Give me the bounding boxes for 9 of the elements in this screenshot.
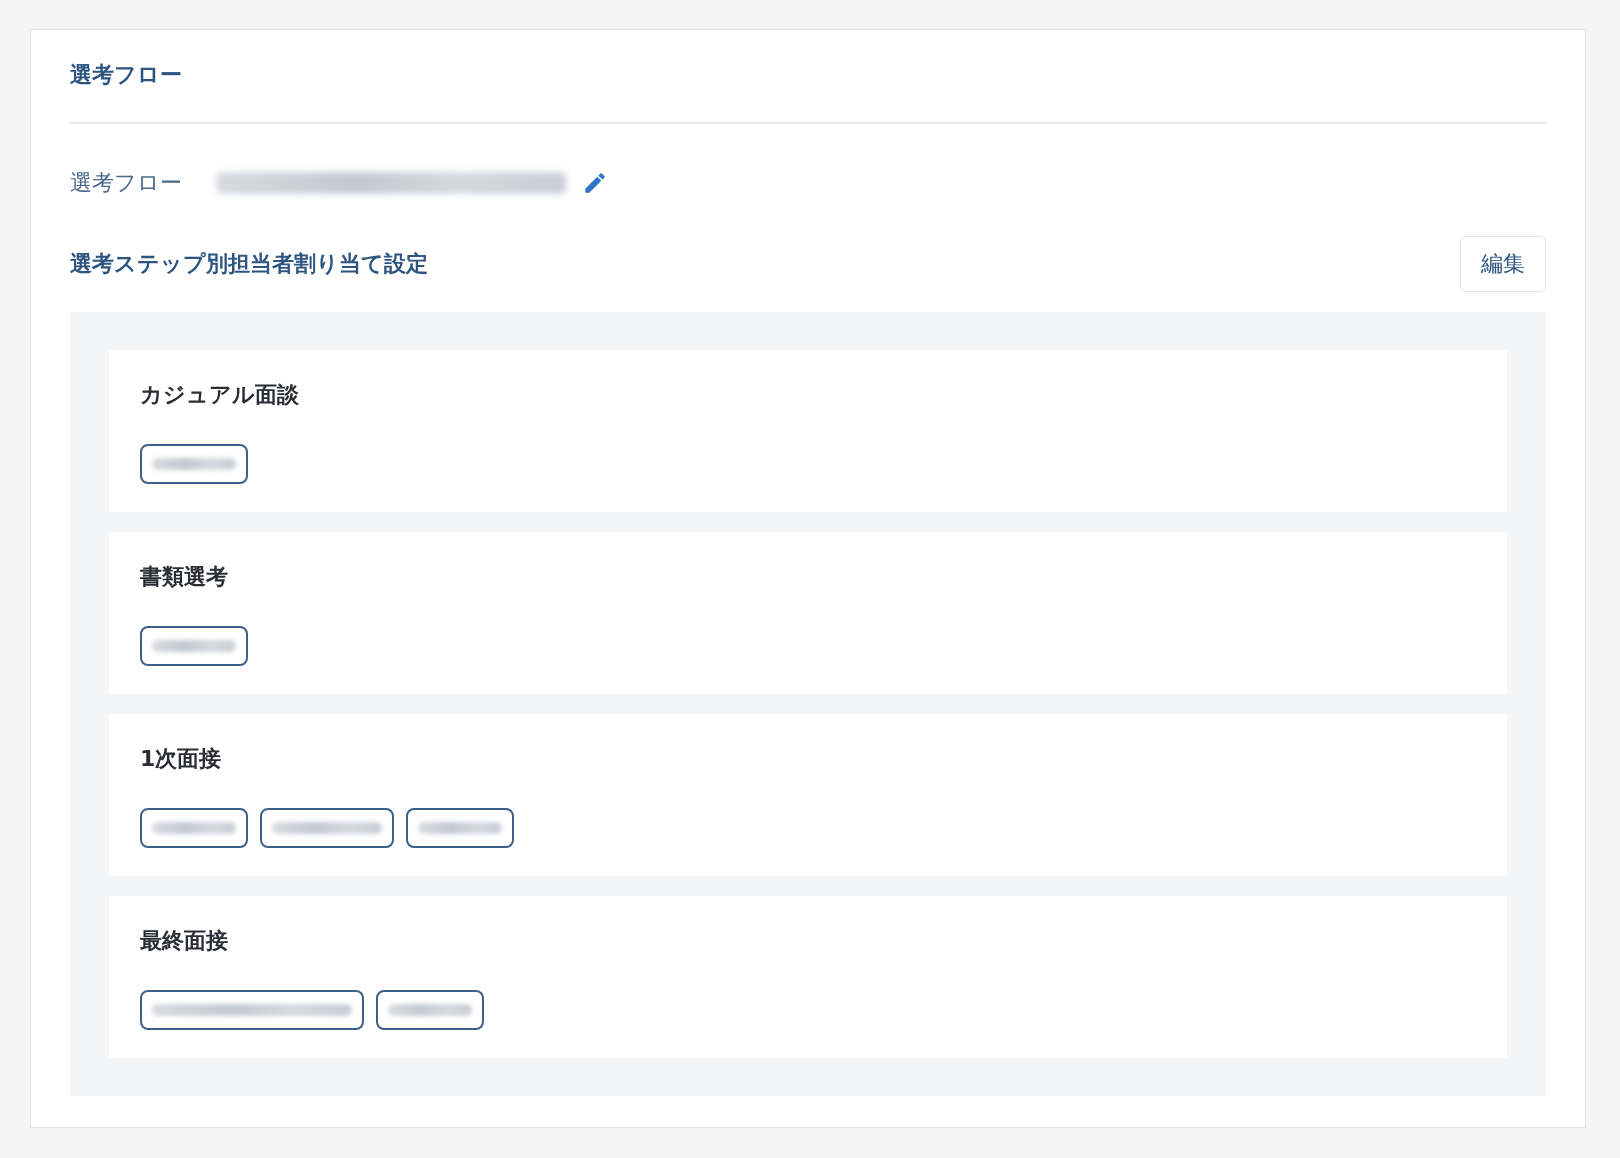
step-name: 1次面接: [140, 745, 223, 773]
field-label: 選考フロー: [70, 169, 182, 197]
edit-button[interactable]: 編集: [1460, 236, 1546, 292]
section-title: 選考ステップ別担当者割り当て設定: [70, 250, 428, 278]
step-name: カジュアル面談: [140, 381, 300, 409]
step-name: 書類選考: [140, 563, 229, 591]
step-name: 最終面接: [140, 927, 229, 955]
panel-title: 選考フロー: [70, 60, 1546, 124]
pencil-icon[interactable]: [582, 170, 608, 196]
